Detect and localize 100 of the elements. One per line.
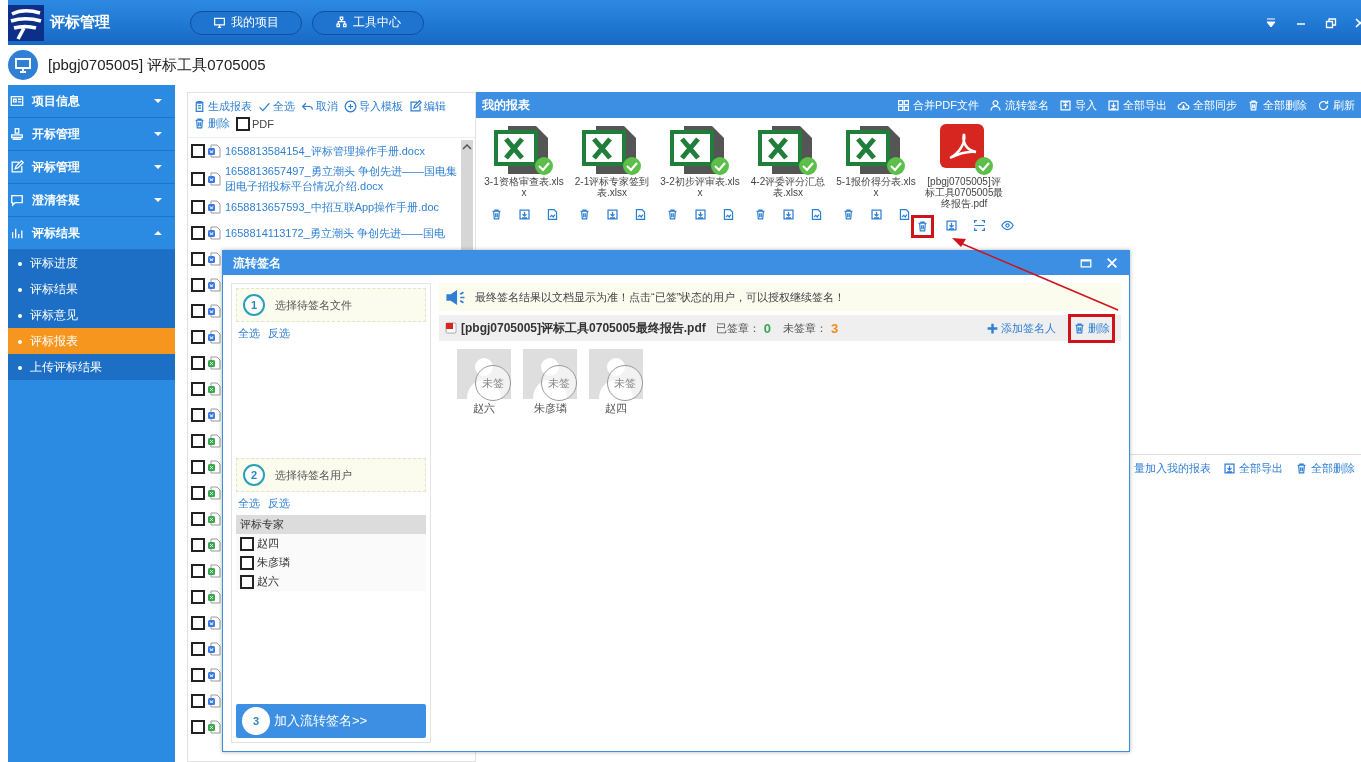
app-title: 评标管理 (50, 13, 111, 32)
checkbox[interactable] (191, 512, 205, 526)
checkbox[interactable] (191, 200, 205, 214)
checkbox[interactable] (191, 172, 205, 186)
trash-icon (1295, 462, 1308, 475)
add-signer-button[interactable]: 添加签名人 (984, 316, 1058, 340)
excel-file-icon[interactable] (670, 124, 730, 176)
unsigned-count: 3 (831, 320, 839, 336)
toolbar-button[interactable]: 全部删除 (1295, 461, 1355, 476)
maximize-icon[interactable] (1079, 256, 1093, 270)
select-link[interactable]: 反选 (268, 326, 290, 341)
file-link[interactable]: 1658813657593_中招互联App操作手册.doc (225, 199, 439, 215)
sidebar-subitem[interactable]: 评标报表 (8, 328, 175, 354)
toolbar-button[interactable]: 全部同步 (1177, 97, 1237, 113)
report-name: 4-2评委评分汇总表.xlsx (749, 176, 827, 198)
restore-icon[interactable] (1325, 16, 1337, 29)
panel-title: 我的报表 (482, 96, 530, 114)
toolbar-button[interactable]: 合并PDF文件 (897, 97, 979, 113)
checkbox[interactable] (191, 616, 205, 630)
sidebar-item[interactable]: 澄清答疑 (8, 184, 175, 217)
checkbox[interactable] (191, 694, 205, 708)
bullet-icon (18, 287, 22, 292)
toolbar-button[interactable]: 全部删除 (1247, 97, 1307, 113)
toolbar-button[interactable]: 流转签名 (989, 97, 1049, 113)
nav-button[interactable]: 我的项目 (190, 10, 302, 35)
signer-name: 赵四 (605, 401, 627, 416)
sidebar-subitem[interactable]: 评标意见 (8, 302, 175, 328)
report-name: 3-2初步评审表.xlsx (660, 176, 740, 198)
excel-file-icon[interactable] (582, 124, 642, 176)
plus-icon (986, 321, 999, 335)
checkbox[interactable] (191, 642, 205, 656)
checkbox[interactable] (191, 590, 205, 604)
excel-file-icon[interactable] (758, 124, 818, 176)
speaker-icon (445, 288, 467, 306)
checkbox[interactable] (191, 486, 205, 500)
checkbox[interactable] (240, 536, 254, 551)
user-name: 赵六 (257, 574, 279, 589)
nav-button[interactable]: 工具中心 (312, 10, 424, 35)
checkbox[interactable] (191, 382, 205, 396)
toolbar-button[interactable]: 删除 (193, 116, 230, 131)
checkbox[interactable] (240, 574, 254, 589)
sidebar-subitem[interactable]: 上传评标结果 (8, 354, 175, 380)
excel-file-icon[interactable] (846, 124, 906, 176)
dropdown-icon[interactable] (1265, 16, 1277, 29)
project-title: [pbgj0705005] 评标工具0705005 (48, 55, 266, 75)
toolbar-button[interactable]: 刷新 (1317, 97, 1355, 113)
submit-button[interactable]: 3 加入流转签名>> (236, 704, 426, 738)
checkbox[interactable] (191, 408, 205, 422)
toolbar-button[interactable]: 生成报表 (193, 99, 252, 114)
toolbar-button[interactable]: 全部导出 (1107, 97, 1167, 113)
checkbox[interactable] (191, 538, 205, 552)
unsigned-label: 未签章： (783, 320, 827, 336)
close-icon[interactable] (1355, 16, 1361, 29)
word-file-icon (207, 172, 221, 186)
checkbox[interactable] (191, 226, 205, 240)
sidebar-item[interactable]: 评标管理 (8, 151, 175, 184)
toolbar-button[interactable]: 编辑 (409, 99, 446, 114)
select-link[interactable]: 全选 (238, 326, 260, 341)
toolbar-button[interactable]: 导入模板 (344, 99, 403, 114)
toolbar-button[interactable]: 全部导出 (1223, 461, 1283, 476)
sidebar-item[interactable]: 开标管理 (8, 118, 175, 151)
caret-up-icon (153, 228, 163, 238)
signed-count: 0 (763, 320, 771, 336)
file-link[interactable]: 1658813657497_勇立潮头 争创先进——国电集团电子招投标平台情况介绍.docx (225, 164, 459, 194)
trash-icon[interactable] (910, 215, 934, 238)
sidebar-subitem[interactable]: 评标进度 (8, 250, 175, 276)
select-link[interactable]: 全选 (238, 496, 260, 511)
bullet-icon (18, 313, 22, 318)
toolbar-button[interactable]: 取消 (301, 99, 338, 114)
file-link[interactable]: 1658813584154_评标管理操作手册.docx (225, 143, 425, 159)
file-link[interactable]: 1658814113172_勇立潮头 争创先进——国电 (225, 225, 445, 241)
close-icon[interactable] (1105, 256, 1119, 270)
pencil-icon (409, 100, 422, 113)
toolbar-button[interactable]: 量加入我的报表 (1134, 461, 1211, 476)
checkbox[interactable] (191, 278, 205, 292)
bullet-icon (18, 339, 22, 344)
sidebar-item[interactable]: 项目信息 (8, 85, 175, 118)
checkbox[interactable] (236, 116, 250, 131)
grid-icon (897, 98, 910, 112)
sidebar-subitem[interactable]: 评标结果 (8, 276, 175, 302)
delete-button[interactable]: 删除 (1068, 313, 1115, 343)
checkbox[interactable] (191, 564, 205, 578)
checkbox[interactable] (191, 356, 205, 370)
report-name: 2-1评标专家签到表.xlsx (573, 176, 651, 198)
toolbar-button[interactable]: 导入 (1059, 97, 1097, 113)
checkbox[interactable] (191, 434, 205, 448)
toolbar-button[interactable]: 全选 (258, 99, 295, 114)
checkbox[interactable] (240, 555, 254, 570)
checkbox[interactable] (191, 668, 205, 682)
checkbox[interactable] (191, 460, 205, 474)
checkbox[interactable] (191, 720, 205, 734)
checkbox[interactable] (191, 304, 205, 318)
checkbox[interactable] (191, 330, 205, 344)
excel-file-icon[interactable] (494, 124, 554, 176)
caret-up-icon[interactable] (462, 144, 472, 150)
stamp-icon (10, 127, 24, 141)
checkbox[interactable] (191, 252, 205, 266)
signed-label: 已签章： (715, 320, 760, 336)
select-link[interactable]: 反选 (268, 496, 290, 511)
checkbox[interactable] (191, 144, 205, 158)
